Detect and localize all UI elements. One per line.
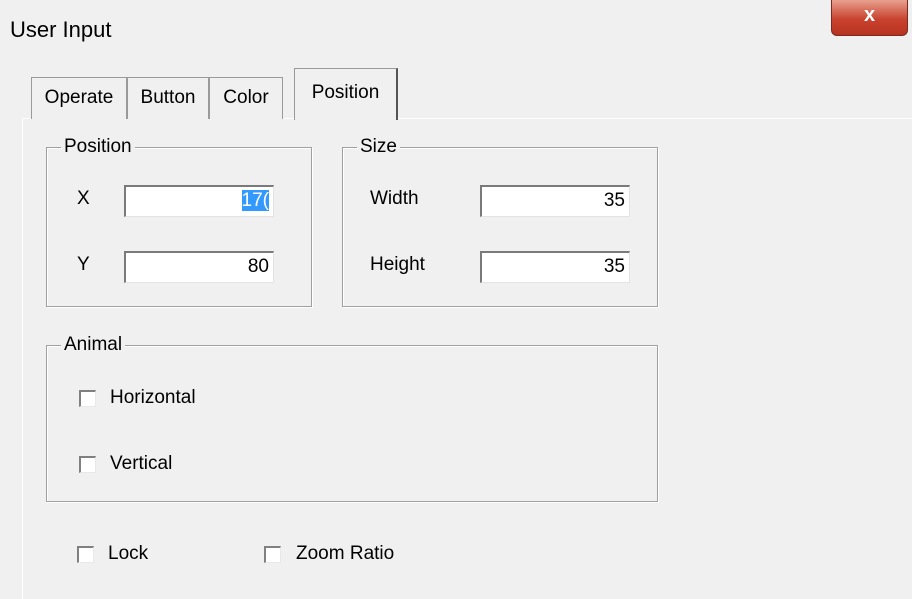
lock-label: Lock xyxy=(108,543,149,564)
x-input[interactable]: 17( xyxy=(124,185,274,217)
horizontal-label: Horizontal xyxy=(110,387,196,408)
tab-label: Color xyxy=(223,87,269,108)
size-group-label: Size xyxy=(357,135,400,159)
x-input-selected-text: 17( xyxy=(241,190,269,211)
window-title: User Input xyxy=(10,17,112,42)
height-input[interactable]: 35 xyxy=(480,251,630,283)
zoom-ratio-label: Zoom Ratio xyxy=(296,543,395,564)
window-body xyxy=(0,62,912,599)
tab-button[interactable]: Button xyxy=(127,77,209,119)
tab-label: Operate xyxy=(44,87,114,108)
size-group: Size xyxy=(342,135,658,307)
tab-color[interactable]: Color xyxy=(209,77,283,119)
tab-panel-border-left xyxy=(22,118,23,599)
y-input[interactable]: 80 xyxy=(124,251,274,283)
title-bar: User Input x xyxy=(0,0,912,62)
tab-operate[interactable]: Operate xyxy=(31,77,127,119)
close-icon: x xyxy=(863,4,876,26)
x-label: X xyxy=(77,188,90,209)
tab-position[interactable]: Position xyxy=(294,68,398,120)
vertical-checkbox[interactable] xyxy=(79,456,96,473)
position-group: Position xyxy=(46,135,312,307)
width-label: Width xyxy=(370,188,419,209)
vertical-label: Vertical xyxy=(110,453,173,474)
animal-group: Animal xyxy=(46,333,658,502)
tab-label: Button xyxy=(140,87,196,108)
horizontal-checkbox[interactable] xyxy=(79,390,96,407)
height-label: Height xyxy=(370,254,425,275)
y-label: Y xyxy=(77,254,90,275)
close-button[interactable]: x xyxy=(831,0,908,36)
zoom-ratio-checkbox[interactable] xyxy=(264,546,281,563)
position-group-label: Position xyxy=(61,135,135,159)
animal-group-label: Animal xyxy=(61,333,126,357)
width-input[interactable]: 35 xyxy=(480,185,630,217)
tab-label: Position xyxy=(311,82,380,103)
lock-checkbox[interactable] xyxy=(77,546,94,563)
